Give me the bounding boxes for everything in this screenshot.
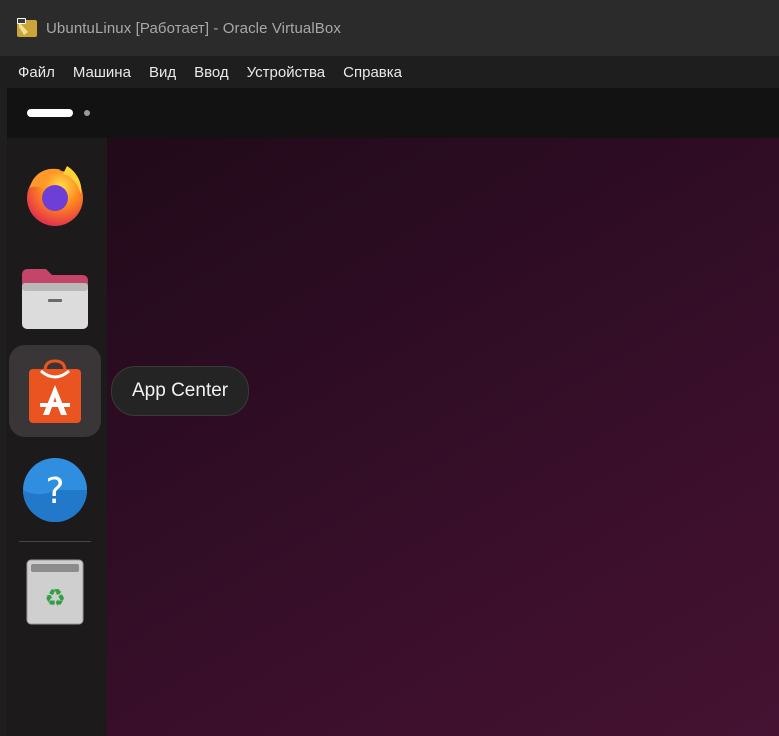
virtualbox-icon bbox=[17, 18, 37, 37]
menu-input[interactable]: Ввод bbox=[185, 64, 238, 81]
workspace-indicator-active[interactable] bbox=[27, 109, 73, 117]
dock-item-trash[interactable]: ♻ bbox=[9, 546, 101, 638]
menu-file[interactable]: Файл bbox=[0, 64, 64, 81]
dock-item-help[interactable]: ? bbox=[9, 444, 101, 536]
menu-devices[interactable]: Устройства bbox=[238, 64, 334, 81]
vbox-menubar: Файл Машина Вид Ввод Устройства Справка bbox=[0, 56, 779, 88]
dock-tooltip: App Center bbox=[111, 366, 250, 416]
dock-item-app-center[interactable] bbox=[9, 345, 101, 437]
help-icon: ? bbox=[23, 458, 87, 522]
window-title: UbuntuLinux [Работает] - Oracle VirtualB… bbox=[46, 19, 341, 37]
ubuntu-dock: ? ♻ bbox=[7, 138, 107, 736]
menu-help[interactable]: Справка bbox=[334, 64, 411, 81]
trash-icon: ♻ bbox=[26, 559, 84, 625]
dock-separator bbox=[19, 541, 91, 542]
dock-item-firefox[interactable] bbox=[9, 148, 101, 240]
tooltip-label: App Center bbox=[132, 380, 229, 401]
folder-icon bbox=[22, 269, 88, 329]
desktop-background[interactable] bbox=[7, 138, 779, 736]
firefox-icon bbox=[27, 166, 83, 226]
workspace-indicator[interactable] bbox=[84, 110, 90, 116]
svg-text:♻: ♻ bbox=[44, 584, 66, 612]
app-center-icon bbox=[29, 359, 81, 423]
window-titlebar[interactable]: UbuntuLinux [Работает] - Oracle VirtualB… bbox=[0, 0, 779, 56]
menu-view[interactable]: Вид bbox=[140, 64, 185, 81]
menu-machine[interactable]: Машина bbox=[64, 64, 140, 81]
dock-item-files[interactable] bbox=[9, 252, 101, 344]
gnome-top-bar bbox=[7, 88, 779, 138]
svg-text:?: ? bbox=[45, 471, 64, 512]
